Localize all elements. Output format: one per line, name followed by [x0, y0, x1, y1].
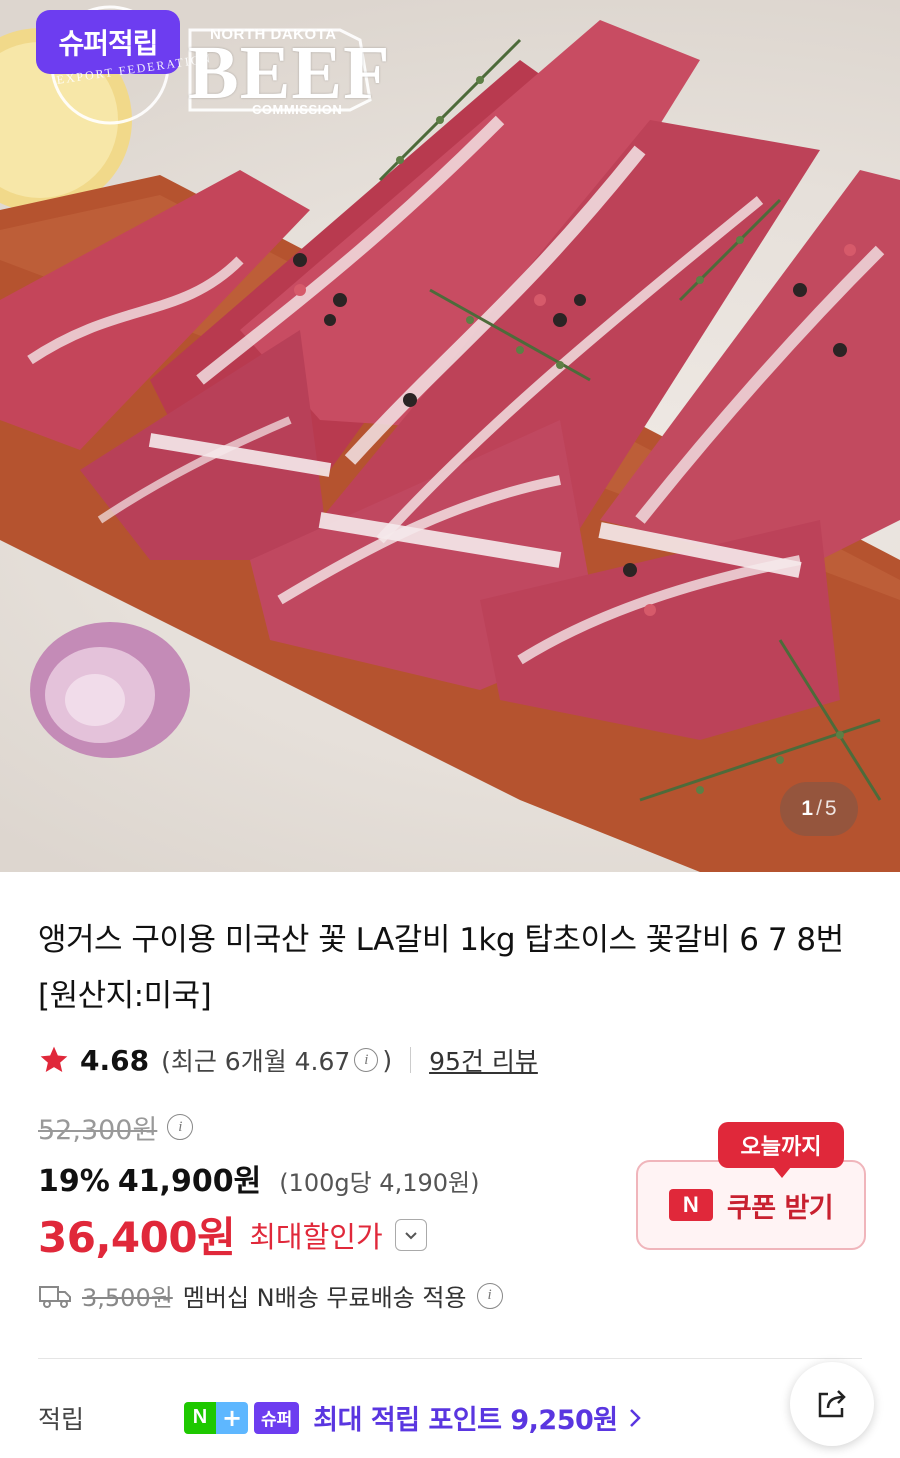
today-only-tag: 오늘까지 — [718, 1122, 844, 1178]
image-counter-current: 1 — [801, 797, 814, 820]
super-badge: 슈퍼 — [254, 1401, 300, 1434]
original-price: 52,300원 — [38, 1114, 158, 1146]
rating-recent: (최근 6개월 4.67 — [161, 1047, 351, 1076]
info-icon[interactable]: i — [354, 1048, 379, 1072]
image-counter-total: 5 — [824, 797, 837, 820]
accumulate-row[interactable]: 적립 N + 슈퍼 최대 적립 포인트 9,250원 — [38, 1398, 642, 1437]
share-button[interactable] — [790, 1362, 874, 1446]
shipping-info-icon[interactable]: i — [476, 1282, 503, 1309]
coupon-button[interactable]: N 쿠폰 받기 — [636, 1160, 866, 1250]
coupon-button-label: 쿠폰 받기 — [726, 1192, 834, 1224]
star-icon — [40, 1046, 68, 1072]
product-image-carousel[interactable]: 슈퍼적립 EXPORT FEDERATION NORTH DAKOTA BEEF… — [0, 0, 900, 872]
naver-n-icon: N — [668, 1189, 713, 1221]
section-divider — [38, 1358, 862, 1359]
shipping-original-fee: 3,500원 — [82, 1284, 173, 1312]
rating-score: 4.68 — [80, 1043, 150, 1077]
discount-percent: 19% — [38, 1164, 110, 1199]
reviews-link[interactable]: 95건 리뷰 — [429, 1042, 538, 1078]
final-price-row[interactable]: 36,400원 최대할인가 — [38, 1204, 427, 1265]
price-info-icon[interactable]: i — [167, 1114, 194, 1140]
brand-logo-sub: COMMISSION — [252, 102, 343, 117]
accumulate-text: 최대 적립 포인트 9,250원 — [313, 1405, 618, 1436]
product-photo — [0, 5, 900, 872]
accumulate-label: 적립 — [38, 1404, 85, 1434]
product-title: 앵거스 구이용 미국산 꽃 LA갈비 1kg 탑초이스 꽃갈비 6 7 8번 [… — [38, 922, 844, 1014]
sale-price: 41,900원 — [117, 1164, 262, 1199]
shipping-text: 멤버십 N배송 무료배송 적용 — [182, 1284, 467, 1312]
rating-row: 4.68 (최근 6개월 4.67 i ) 95건 리뷰 — [38, 1040, 538, 1080]
divider — [410, 1047, 412, 1073]
unit-price: (100g당 4,190원) — [279, 1169, 480, 1197]
shipping-row: 3,500원 멤버십 N배송 무료배송 적용 i — [38, 1278, 507, 1313]
final-price-label: 최대할인가 — [249, 1219, 383, 1254]
image-counter: 1 / 5 — [780, 782, 858, 836]
brand-logo-main: BEEF — [188, 31, 391, 115]
share-icon — [818, 1390, 846, 1418]
truck-icon — [39, 1285, 71, 1308]
chevron-right-icon — [629, 1408, 641, 1427]
original-price-row: 52,300원 i — [38, 1108, 197, 1146]
rating-recent-close: ) — [382, 1045, 393, 1075]
naver-plus-badge: + — [216, 1401, 248, 1434]
naver-plus-n-badge: N — [184, 1401, 216, 1434]
sale-price-row: 19% 41,900원 (100g당 4,190원) — [38, 1156, 479, 1200]
final-price: 36,400원 — [38, 1213, 236, 1262]
image-counter-separator: / — [816, 797, 822, 820]
chevron-down-icon[interactable] — [394, 1218, 427, 1251]
